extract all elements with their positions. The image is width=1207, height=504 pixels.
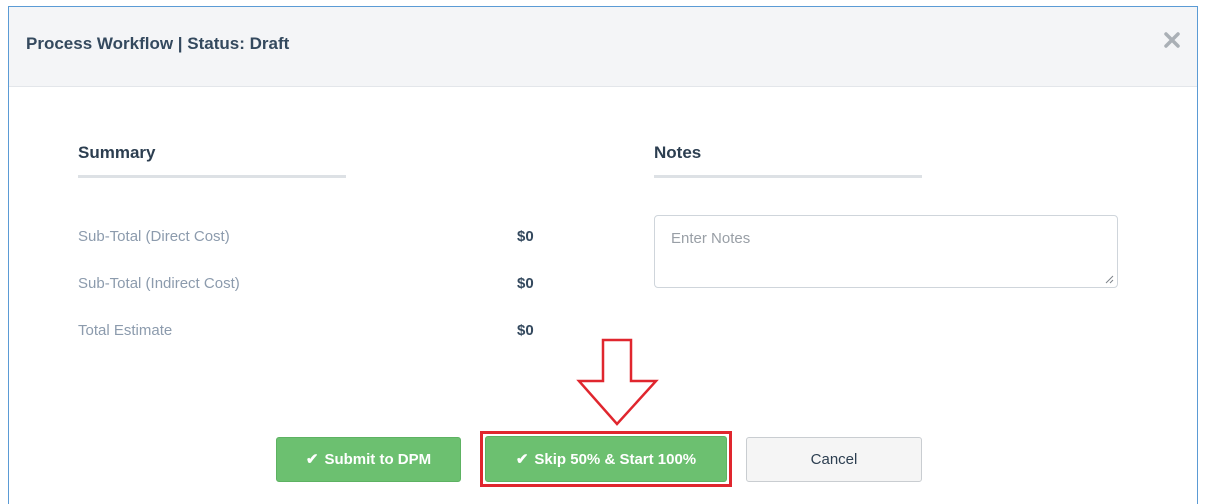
indirect-cost-value: $0	[517, 275, 534, 292]
down-arrow-annotation	[576, 338, 659, 426]
resize-grip-icon[interactable]	[1104, 274, 1114, 284]
notes-textarea[interactable]	[654, 215, 1118, 288]
notes-divider	[654, 175, 922, 178]
check-icon: ✔	[305, 451, 319, 468]
total-estimate-value: $0	[517, 322, 534, 339]
modal-title: Process Workflow | Status: Draft	[26, 34, 290, 53]
notes-heading: Notes	[654, 143, 702, 162]
skip-50-start-100-button[interactable]: ✔ Skip 50% & Start 100%	[485, 436, 727, 482]
close-icon[interactable]	[1161, 29, 1183, 51]
submit-to-dpm-button[interactable]: ✔ Submit to DPM	[276, 437, 461, 482]
summary-divider	[78, 175, 346, 178]
summary-heading: Summary	[78, 143, 156, 162]
check-icon: ✔	[515, 450, 529, 468]
cancel-button-label: Cancel	[810, 451, 858, 468]
direct-cost-label: Sub-Total (Direct Cost)	[78, 228, 230, 245]
direct-cost-value: $0	[517, 228, 534, 245]
cancel-button[interactable]: Cancel	[746, 437, 922, 482]
submit-button-label: Submit to DPM	[324, 451, 432, 468]
indirect-cost-label: Sub-Total (Indirect Cost)	[78, 275, 240, 292]
modal-header: Process Workflow | Status: Draft	[9, 7, 1197, 87]
skip-button-label: Skip 50% & Start 100%	[534, 450, 697, 468]
total-estimate-label: Total Estimate	[78, 322, 173, 339]
